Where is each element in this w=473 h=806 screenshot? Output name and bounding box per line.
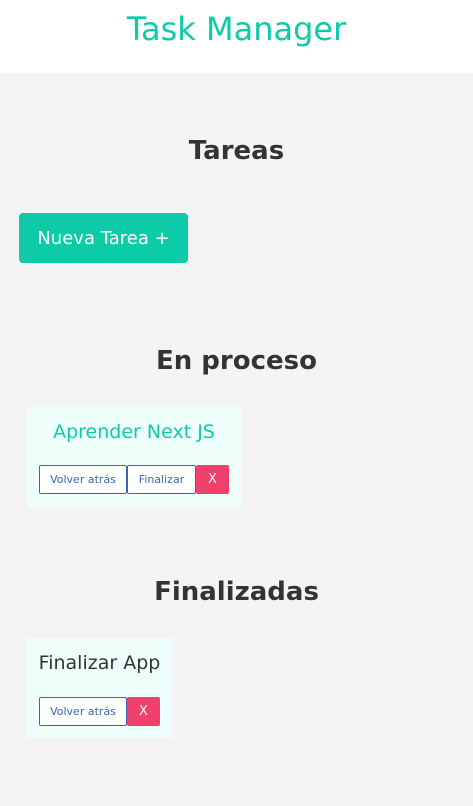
task-card-title: Finalizar App <box>38 652 161 674</box>
new-task-button[interactable]: Nueva Tarea + <box>19 213 188 263</box>
back-button[interactable]: Volver atrás <box>39 465 127 494</box>
back-button[interactable]: Volver atrás <box>39 697 127 726</box>
tasks-section-title: Tareas <box>188 136 285 166</box>
delete-button[interactable]: X <box>196 465 229 494</box>
task-card-finished: Finalizar App Volver atrás X <box>27 638 172 738</box>
in-progress-section-title: En proceso <box>155 346 317 376</box>
app-header: Task Manager <box>0 0 473 73</box>
delete-button[interactable]: X <box>127 697 160 726</box>
task-card-in-progress: Aprender Next JS Volver atrás Finalizar … <box>27 407 241 507</box>
task-card-title: Aprender Next JS <box>53 421 215 443</box>
finished-section-title: Finalizadas <box>154 577 319 607</box>
app-title: Task Manager <box>126 10 347 48</box>
finish-button[interactable]: Finalizar <box>127 465 196 494</box>
